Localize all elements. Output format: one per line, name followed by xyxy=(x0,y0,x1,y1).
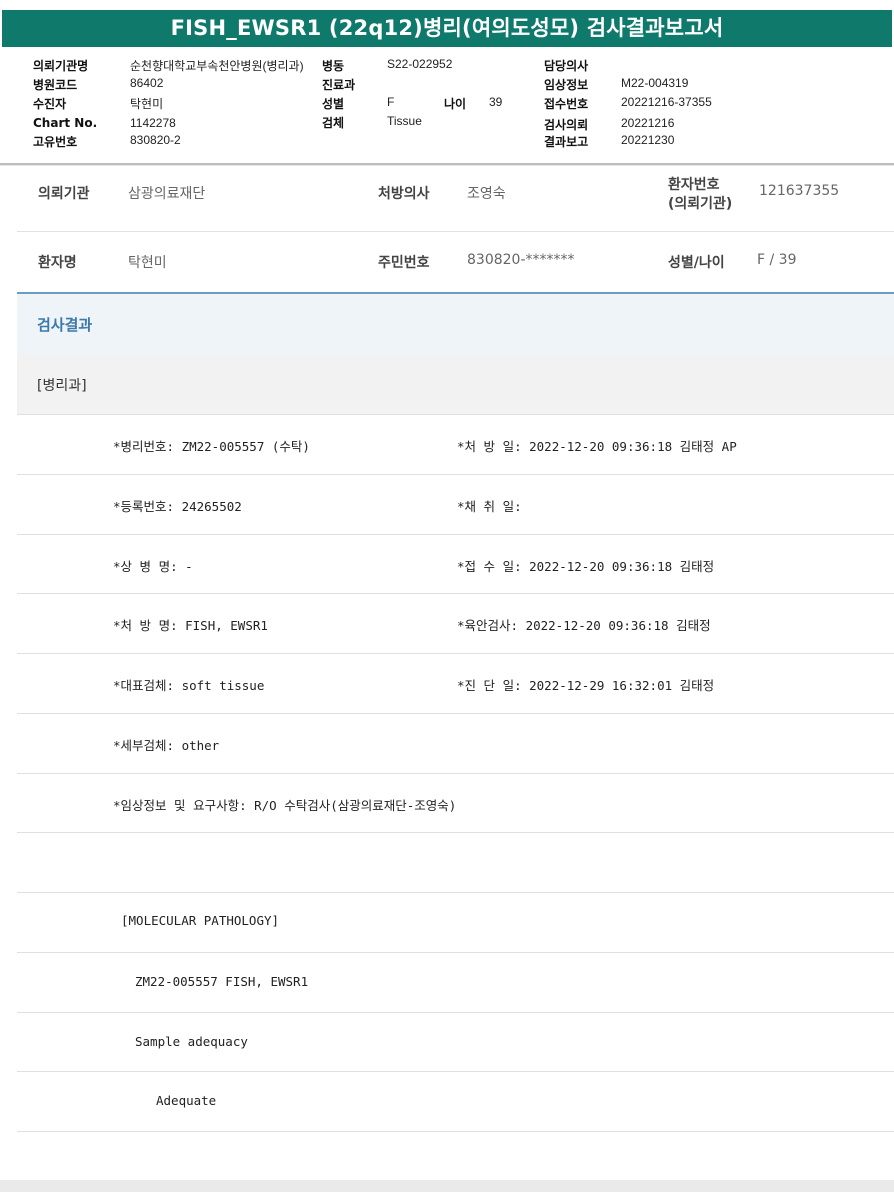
hdr-label: 성별 xyxy=(322,97,345,111)
result-left: *병리번호: ZM22-005557 (수탁) xyxy=(113,439,310,454)
hdr-label: 검체 xyxy=(322,116,345,130)
result-left: *상 병 명: - xyxy=(113,559,193,574)
hdr-label: 진료과 xyxy=(322,78,356,92)
result-right: *진 단 일: 2022-12-29 16:32:01 김태정 xyxy=(457,678,715,693)
row-divider xyxy=(17,414,894,415)
hdr-value: S22-022952 xyxy=(387,57,453,71)
row-divider xyxy=(17,1071,894,1072)
row-divider xyxy=(17,474,894,475)
info-label-institution: 의뢰기관 xyxy=(38,186,90,202)
row-divider xyxy=(17,1012,894,1013)
footer-bar xyxy=(0,1180,894,1192)
row-divider xyxy=(17,653,894,654)
result-left: *세부검체: other xyxy=(113,738,220,753)
row-divider xyxy=(17,713,894,714)
hdr-label: 나이 xyxy=(444,97,467,111)
hdr-label: 병원코드 xyxy=(33,78,78,92)
hdr-label: 접수번호 xyxy=(544,97,589,111)
hdr-label: 병동 xyxy=(322,59,345,73)
hdr-label: 고유번호 xyxy=(33,135,78,149)
hdr-value: 1142278 xyxy=(130,116,176,130)
info-label-patient-no: 환자번호 xyxy=(668,177,720,193)
hdr-value: 86402 xyxy=(130,76,164,90)
hdr-label: 검사의뢰 xyxy=(544,118,589,132)
info-label-resident-no: 주민번호 xyxy=(378,255,430,271)
report-line: [MOLECULAR PATHOLOGY] xyxy=(121,913,280,928)
info-value-institution: 삼광의료재단 xyxy=(128,186,206,202)
info-label-patient-name: 환자명 xyxy=(38,255,77,271)
hdr-value: 20221230 xyxy=(621,133,675,147)
hdr-label: 결과보고 xyxy=(544,135,589,149)
hdr-value: 830820-2 xyxy=(130,133,181,147)
report-line: Adequate xyxy=(156,1093,217,1108)
hdr-value: Tissue xyxy=(387,114,422,128)
info-label-patient-no-sub: (의뢰기관) xyxy=(668,196,733,212)
info-value-sex-age: F / 39 xyxy=(757,252,797,268)
hdr-value: 39 xyxy=(489,95,503,109)
hdr-value: 20221216-37355 xyxy=(621,95,712,109)
result-right: *채 취 일: xyxy=(457,499,522,514)
result-left: *임상정보 및 요구사항: R/O 수탁검사(삼광의료재단-조영숙) xyxy=(113,798,457,813)
hdr-value: M22-004319 xyxy=(621,76,689,90)
hdr-label: 담당의사 xyxy=(544,59,589,73)
result-right: *처 방 일: 2022-12-20 09:36:18 김태정 AP xyxy=(457,439,737,454)
hdr-value: 20221216 xyxy=(621,116,675,130)
hdr-value: 순천향대학교부속천안병원(병리과) xyxy=(130,59,304,73)
row-divider xyxy=(17,231,894,232)
row-divider xyxy=(17,1131,894,1132)
info-label-doctor: 처방의사 xyxy=(378,186,430,202)
row-divider xyxy=(17,593,894,594)
row-divider xyxy=(17,892,894,893)
info-value-doctor: 조영숙 xyxy=(467,186,506,202)
row-divider xyxy=(17,773,894,774)
header-divider-shadow xyxy=(0,165,894,166)
hdr-label: 임상정보 xyxy=(544,78,589,92)
result-left: *처 방 명: FISH, EWSR1 xyxy=(113,618,268,633)
report-line: ZM22-005557 FISH, EWSR1 xyxy=(135,974,309,989)
result-right: *접 수 일: 2022-12-20 09:36:18 김태정 xyxy=(457,559,715,574)
report-header: 의뢰기관명 순천향대학교부속천안병원(병리과) 병원코드 86402 수진자 탁… xyxy=(0,50,894,165)
info-value-patient-no: 121637355 xyxy=(759,183,840,199)
row-divider xyxy=(17,952,894,953)
hdr-label: 수진자 xyxy=(33,97,67,111)
department-label: [병리과] xyxy=(37,378,87,394)
report-line: Sample adequacy xyxy=(135,1034,248,1049)
result-left: *대표검체: soft tissue xyxy=(113,678,265,693)
hdr-value: 탁현미 xyxy=(130,97,164,111)
section-title: 검사결과 xyxy=(37,316,93,334)
result-section-header: 검사결과 xyxy=(17,292,894,354)
result-right: *육안검사: 2022-12-20 09:36:18 김태정 xyxy=(457,618,711,633)
hdr-label: 의뢰기관명 xyxy=(33,59,89,73)
report-title: FISH_EWSR1 (22q12)병리(여의도성모) 검사결과보고서 xyxy=(2,10,892,47)
hdr-label: Chart No. xyxy=(33,116,98,130)
info-value-patient-name: 탁현미 xyxy=(128,255,167,271)
result-left: *등록번호: 24265502 xyxy=(113,499,242,514)
hdr-value: F xyxy=(387,95,395,109)
department-row: [병리과] xyxy=(17,354,894,414)
row-divider xyxy=(17,832,894,833)
row-divider xyxy=(17,534,894,535)
info-label-sex-age: 성별/나이 xyxy=(668,255,725,271)
info-value-resident-no: 830820-******* xyxy=(467,252,575,268)
